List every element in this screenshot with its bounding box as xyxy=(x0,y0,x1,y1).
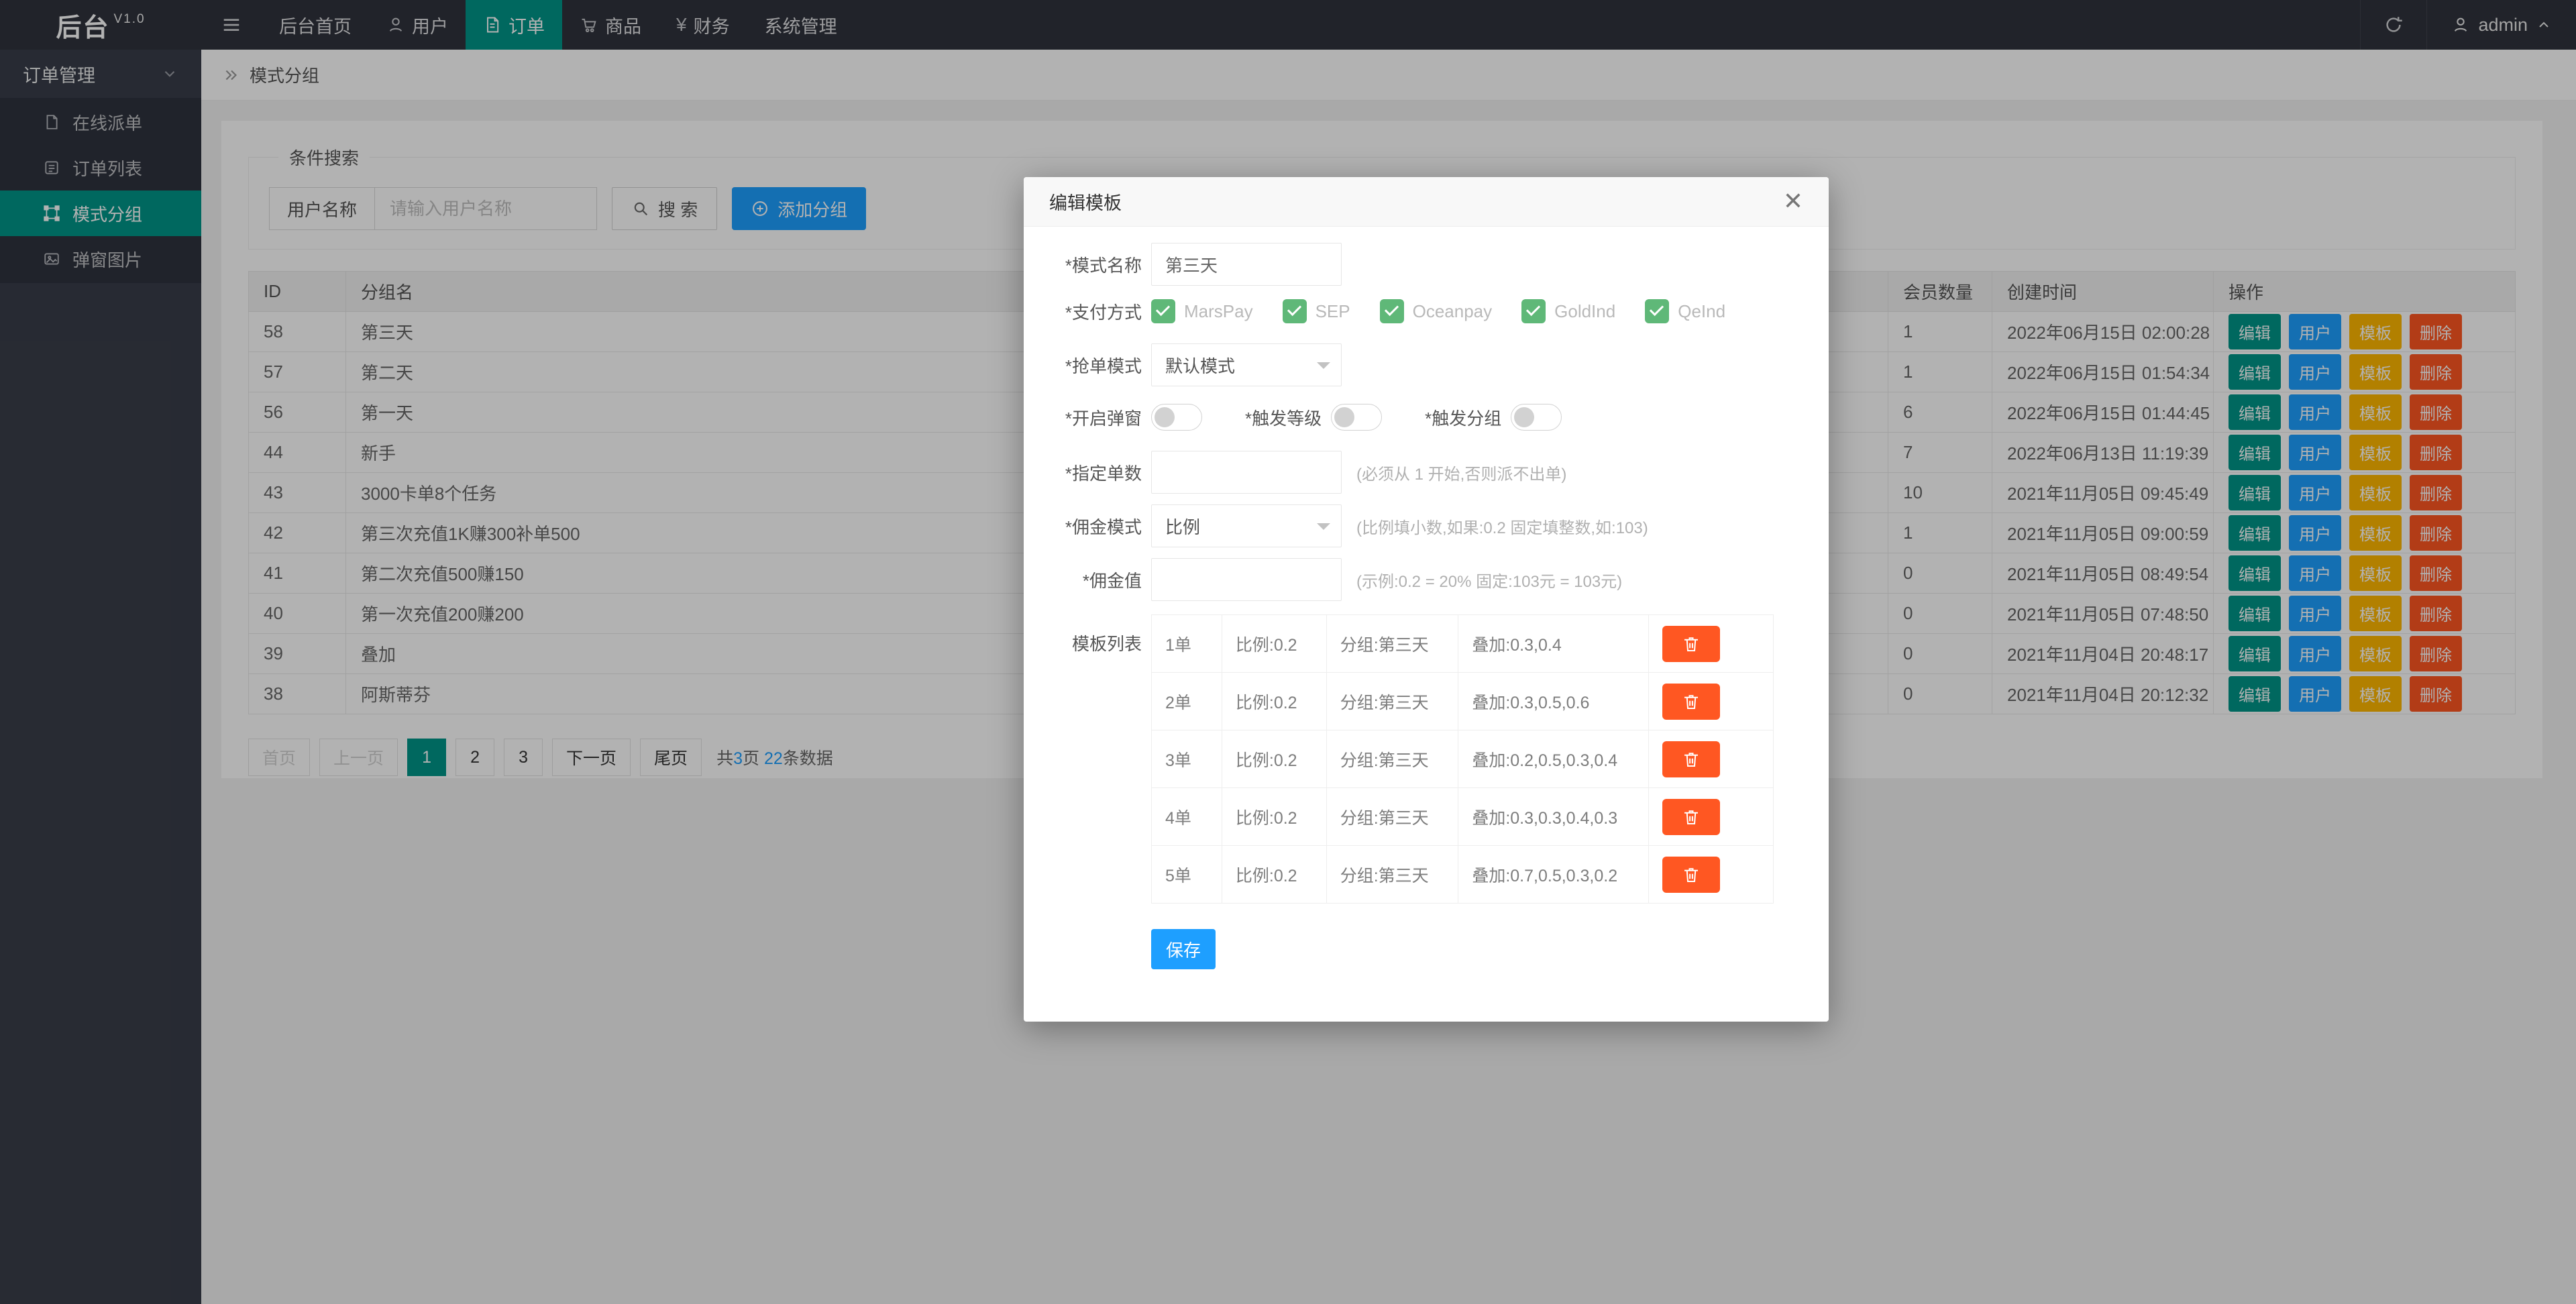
trash-icon xyxy=(1681,807,1701,827)
template-row: 1单 比例:0.2 分组:第三天 叠加:0.3,0.4 xyxy=(1152,615,1774,673)
template-list-label: 模板列表 xyxy=(1024,614,1151,655)
checkbox-checked-icon xyxy=(1380,299,1404,323)
checkbox-checked-icon xyxy=(1645,299,1669,323)
trigger-group-toggle[interactable] xyxy=(1511,404,1562,431)
pay-method-label: *支付方式 xyxy=(1024,299,1151,324)
delete-template-row-button[interactable] xyxy=(1662,626,1720,662)
edit-template-modal: 编辑模板 ✕ *模式名称 *支付方式 MarsPay SEP Oceanpay … xyxy=(1024,177,1829,1022)
trigger-level-toggle[interactable] xyxy=(1331,404,1382,431)
commission-mode-hint: (比例填小数,如果:0.2 固定填整数,如:103) xyxy=(1356,514,1648,538)
grab-mode-select[interactable]: 默认模式 xyxy=(1151,343,1342,386)
template-row: 2单 比例:0.2 分组:第三天 叠加:0.3,0.5,0.6 xyxy=(1152,673,1774,730)
pay-option-marspay[interactable]: MarsPay xyxy=(1151,299,1253,323)
modal-title: 编辑模板 xyxy=(1049,188,1122,215)
order-count-label: *指定单数 xyxy=(1024,460,1151,485)
pay-option-qeind[interactable]: QeInd xyxy=(1645,299,1725,323)
commission-mode-label: *佣金模式 xyxy=(1024,514,1151,539)
checkbox-checked-icon xyxy=(1151,299,1175,323)
trash-icon xyxy=(1681,865,1701,885)
pay-option-goldind[interactable]: GoldInd xyxy=(1521,299,1615,323)
modal-header: 编辑模板 ✕ xyxy=(1024,177,1829,227)
trigger-group-label: *触发分组 xyxy=(1425,405,1501,430)
template-row: 4单 比例:0.2 分组:第三天 叠加:0.3,0.3,0.4,0.3 xyxy=(1152,788,1774,846)
commission-value-label: *佣金值 xyxy=(1024,567,1151,592)
delete-template-row-button[interactable] xyxy=(1662,741,1720,777)
close-icon[interactable]: ✕ xyxy=(1783,190,1803,214)
popup-toggle[interactable] xyxy=(1151,404,1202,431)
pay-option-oceanpay[interactable]: Oceanpay xyxy=(1380,299,1493,323)
delete-template-row-button[interactable] xyxy=(1662,684,1720,720)
save-button[interactable]: 保存 xyxy=(1151,929,1216,969)
checkbox-checked-icon xyxy=(1521,299,1546,323)
commission-mode-select[interactable]: 比例 xyxy=(1151,504,1342,547)
caret-down-icon xyxy=(1317,362,1330,376)
checkbox-checked-icon xyxy=(1283,299,1307,323)
delete-template-row-button[interactable] xyxy=(1662,857,1720,893)
template-list-table: 1单 比例:0.2 分组:第三天 叠加:0.3,0.4 2单 比例:0.2 分组… xyxy=(1151,614,1774,904)
trash-icon xyxy=(1681,749,1701,769)
trash-icon xyxy=(1681,692,1701,712)
mode-name-input[interactable] xyxy=(1151,243,1342,286)
order-count-hint: (必须从 1 开始,否则派不出单) xyxy=(1356,461,1566,484)
pay-option-sep[interactable]: SEP xyxy=(1283,299,1350,323)
order-count-input[interactable] xyxy=(1151,451,1342,494)
commission-value-input[interactable] xyxy=(1151,558,1342,601)
template-row: 5单 比例:0.2 分组:第三天 叠加:0.7,0.5,0.3,0.2 xyxy=(1152,846,1774,904)
trigger-level-label: *触发等级 xyxy=(1245,405,1322,430)
grab-mode-label: *抢单模式 xyxy=(1024,353,1151,378)
commission-value-hint: (示例:0.2 = 20% 固定:103元 = 103元) xyxy=(1356,568,1622,592)
mode-name-label: *模式名称 xyxy=(1024,252,1151,277)
popup-toggle-label: *开启弹窗 xyxy=(1024,405,1151,430)
caret-down-icon xyxy=(1317,523,1330,537)
trash-icon xyxy=(1681,634,1701,654)
delete-template-row-button[interactable] xyxy=(1662,799,1720,835)
modal-body: *模式名称 *支付方式 MarsPay SEP Oceanpay GoldInd… xyxy=(1024,227,1829,969)
template-row: 3单 比例:0.2 分组:第三天 叠加:0.2,0.5,0.3,0.4 xyxy=(1152,730,1774,788)
